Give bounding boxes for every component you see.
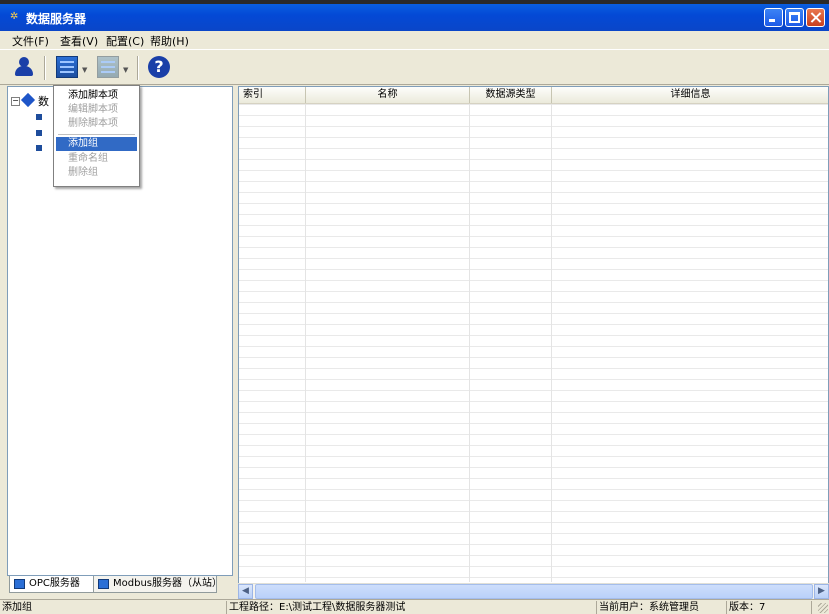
ctx-edit-script-item: 编辑脚本项 xyxy=(68,104,118,115)
user-icon[interactable] xyxy=(13,56,35,78)
col-name-header[interactable]: 名称 xyxy=(306,87,470,103)
tab-opc-server[interactable]: OPC服务器 xyxy=(9,576,94,593)
scrollbar-thumb[interactable] xyxy=(255,584,813,599)
data-grid[interactable]: 索引 名称 数据源类型 详细信息 xyxy=(238,86,829,599)
grid-column-line xyxy=(469,104,470,582)
grid-rows xyxy=(239,104,828,582)
server-add-icon[interactable] xyxy=(56,56,78,78)
menu-bar: 文件(F) 查看(V) 配置(C) 帮助(H) xyxy=(0,31,829,49)
ctx-rename-group: 重命名组 xyxy=(68,153,108,164)
server-icon xyxy=(14,579,25,589)
ctx-delete-script-item: 删除脚本项 xyxy=(68,118,118,129)
chevron-down-icon: ▼ xyxy=(123,66,129,74)
col-details-header[interactable]: 详细信息 xyxy=(552,87,828,103)
server-icon xyxy=(98,579,109,589)
status-version: 版本：7 xyxy=(727,601,812,614)
ctx-add-script-item[interactable]: 添加脚本项 xyxy=(56,89,137,103)
status-current-user: 当前用户：系统管理员 xyxy=(597,601,727,614)
status-project-path: 工程路径：E:\测试工程\数据服务器测试 xyxy=(227,601,597,614)
toolbar-separator xyxy=(44,56,46,80)
menu-config[interactable]: 配置(C) xyxy=(106,33,144,49)
help-icon[interactable]: ? xyxy=(148,56,170,78)
project-icon xyxy=(20,92,36,108)
tree-root-label[interactable]: 数 xyxy=(38,93,49,109)
tab-strip: OPC服务器 Modbus服务器（从站） xyxy=(7,576,233,594)
main-window: ✲ 数据服务器 文件(F) 查看(V) 配置(C) 帮助(H) ▼ ▼ ? − … xyxy=(0,0,829,614)
resize-grip-icon[interactable] xyxy=(818,603,828,613)
scroll-left-icon[interactable]: ◀ xyxy=(238,584,253,599)
maximize-button[interactable] xyxy=(785,8,804,27)
menu-file[interactable]: 文件(F) xyxy=(12,33,49,49)
tree-node-icon xyxy=(36,130,42,136)
close-button[interactable] xyxy=(806,8,825,27)
toolbar-separator xyxy=(137,56,139,80)
toolbar: ▼ ▼ ? xyxy=(0,49,829,85)
menu-view[interactable]: 查看(V) xyxy=(60,33,98,49)
scroll-right-icon[interactable]: ▶ xyxy=(814,584,829,599)
tree-node-icon xyxy=(36,145,42,151)
menu-help[interactable]: 帮助(H) xyxy=(150,33,189,49)
grid-header: 索引 名称 数据源类型 详细信息 xyxy=(239,87,828,104)
menu-separator xyxy=(58,134,135,135)
title-bar[interactable]: ✲ 数据服务器 xyxy=(0,0,829,31)
minimize-button[interactable] xyxy=(764,8,783,27)
tree-node-icon xyxy=(36,114,42,120)
ctx-add-group[interactable]: 添加组 xyxy=(56,137,137,151)
col-source-type-header[interactable]: 数据源类型 xyxy=(470,87,552,103)
window-title: 数据服务器 xyxy=(26,12,87,26)
status-bar: 添加组 工程路径：E:\测试工程\数据服务器测试 当前用户：系统管理员 版本：7 xyxy=(0,599,829,614)
context-menu: 添加脚本项 编辑脚本项 删除脚本项 添加组 重命名组 删除组 xyxy=(53,85,140,187)
grid-column-line xyxy=(305,104,306,582)
ctx-delete-group: 删除组 xyxy=(68,167,98,178)
tab-modbus-server[interactable]: Modbus服务器（从站） xyxy=(93,576,222,593)
server-edit-icon xyxy=(97,56,119,78)
chevron-down-icon[interactable]: ▼ xyxy=(82,66,87,74)
app-icon: ✲ xyxy=(10,11,19,22)
collapse-icon[interactable]: − xyxy=(11,97,20,106)
grid-column-line xyxy=(551,104,552,582)
horizontal-scrollbar[interactable]: ◀ ▶ xyxy=(238,583,829,599)
status-hint: 添加组 xyxy=(0,601,227,614)
col-index-header[interactable]: 索引 xyxy=(239,87,306,103)
